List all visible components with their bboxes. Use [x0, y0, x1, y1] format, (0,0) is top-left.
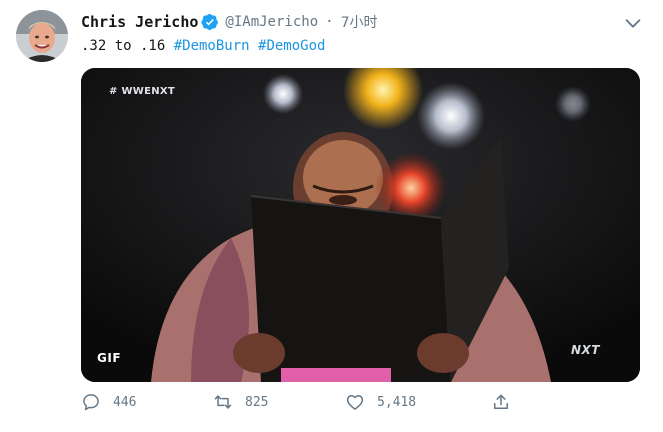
tweet-media-gif[interactable]: # WWENXT NXT GIF	[81, 68, 640, 382]
tweet-header: Chris Jericho @IAmJericho · 7小时	[81, 12, 377, 32]
display-name[interactable]: Chris Jericho	[81, 13, 198, 31]
timestamp[interactable]: 7小时	[341, 12, 378, 32]
tweet-text-plain: .32 to .16	[81, 38, 174, 54]
reply-button[interactable]: 446	[81, 392, 136, 412]
tweet-text: .32 to .16 #DemoBurn #DemoGod	[81, 38, 325, 54]
share-icon	[494, 394, 508, 409]
tweet: Chris Jericho @IAmJericho · 7小时 .32 to .…	[0, 0, 663, 432]
gif-frame-image	[81, 68, 640, 382]
reply-icon	[83, 394, 99, 411]
separator-dot: ·	[325, 14, 334, 30]
gif-badge: GIF	[97, 351, 122, 365]
avatar[interactable]	[16, 10, 68, 62]
wwenxt-watermark: # WWENXT	[109, 86, 176, 97]
hashtag-link[interactable]: #DemoBurn	[174, 38, 250, 54]
reply-count: 446	[113, 394, 137, 410]
share-button[interactable]	[491, 392, 511, 412]
verified-badge-icon	[201, 13, 219, 31]
hashtag-link[interactable]: #DemoGod	[258, 38, 325, 54]
retweet-icon	[214, 395, 232, 409]
retweet-button[interactable]: 825	[213, 392, 268, 412]
like-count: 5,418	[377, 394, 417, 410]
like-icon	[346, 395, 364, 410]
nxt-logo: NXT	[571, 343, 600, 357]
tweet-actions: 446 825 5,418	[81, 392, 521, 418]
like-button[interactable]: 5,418	[345, 392, 416, 412]
retweet-count: 825	[245, 394, 269, 410]
chevron-down-icon[interactable]	[622, 12, 644, 34]
user-handle[interactable]: @IAmJericho	[225, 14, 318, 30]
